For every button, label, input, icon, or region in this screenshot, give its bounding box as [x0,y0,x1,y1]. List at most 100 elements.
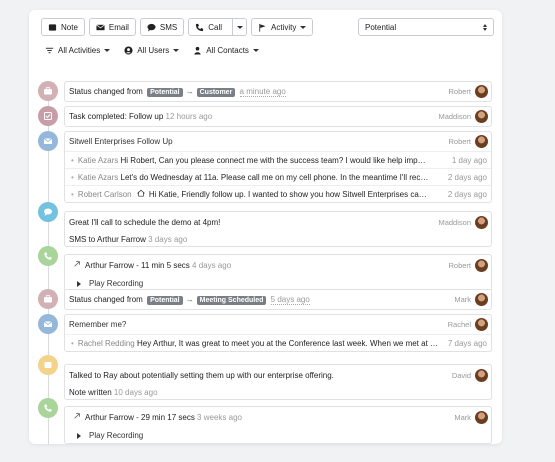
envelope-icon [38,314,58,334]
entry-author: Maddison [438,217,471,227]
chevron-down-icon [173,49,180,52]
entry-author: Robert [448,87,471,96]
email-message-row[interactable]: • Robert Carlson Hi Katie, Friendly follo… [65,185,491,202]
message-sender: Rachel Redding [77,338,135,348]
status-from-badge: Potential [147,295,183,305]
play-icon [77,432,81,439]
email-message-row[interactable]: • Katie Azars Let's do Wednesday at 11a. … [65,168,491,185]
activity-button-label: Activity [271,22,297,32]
entry-author: David [451,370,471,380]
entry-text: Status changed from [69,294,143,304]
avatar [475,318,488,331]
timeline-entry-email: Remember me? Rachel • Rachel Redding Hey … [64,314,492,352]
message-time: 1 day ago [451,155,487,165]
entry-author: Robert [448,260,471,270]
entry-text: Status changed from [69,86,143,96]
avatar [475,368,488,382]
play-recording-toggle[interactable]: Play Recording [65,427,491,444]
entry-time[interactable]: 4 days ago [192,261,232,270]
chevron-down-icon [300,25,307,29]
activity-button[interactable]: Activity [251,18,314,36]
status-select[interactable]: Potential [358,18,494,36]
filter-bar: All Activities All Users All Contacts [45,46,259,55]
timeline-entry-task: Task completed: Follow up 12 hours ago M… [64,106,492,127]
message-sender: Katie Azars [77,172,119,182]
briefcase-icon [38,289,58,309]
email-subject[interactable]: Sitwell Enterprises Follow Up [69,137,173,146]
entry-time[interactable]: 10 days ago [113,388,158,397]
avatar [475,215,488,229]
home-icon [136,189,146,197]
timeline-entry-status: Status changed from Potential → Customer a… [64,81,492,102]
email-message-row[interactable]: • Rachel Redding Hey Arthur, It was great… [65,334,491,351]
activities-filter[interactable]: All Activities [45,46,111,55]
arrow-icon: → [185,294,194,304]
note-icon [38,355,58,375]
message-time: 2 days ago [447,172,487,182]
entry-time[interactable]: 3 weeks ago [197,413,242,422]
timeline-entry-call: Arthur Farrow - 29 min 17 secs 3 weeks a… [64,406,492,444]
message-body: Hi Robert, Can you please connect me wit… [120,155,429,165]
avatar [475,85,488,98]
arrow-icon: → [185,86,194,96]
entry-text: Talked to Ray about potentially setting … [69,370,334,380]
message-body: Let's do Wednesday at 11a. Please call m… [120,172,429,182]
email-button[interactable]: Email [88,18,136,36]
play-recording-label: Play Recording [89,279,144,288]
entry-author: Rachel [447,320,471,329]
note-icon [48,23,57,31]
entry-time[interactable]: 3 days ago [148,235,188,244]
phone-icon [38,246,58,266]
status-from-badge: Potential [147,87,183,97]
entry-author: Maddison [438,112,471,121]
call-dropdown-caret[interactable] [232,19,246,35]
timeline-entry-sms: Great I'll call to schedule the demo at … [64,211,492,247]
entry-author: Robert [448,137,471,146]
note-button[interactable]: Note [41,18,85,36]
entry-text: Great I'll call to schedule the demo at … [69,217,221,227]
call-button-label: Call [208,22,223,32]
sms-button[interactable]: SMS [139,18,185,36]
message-time: 7 days ago [447,338,487,348]
message-sender: Robert Carlson [77,190,132,199]
entry-time[interactable]: 5 days ago [270,294,310,305]
timeline-entry-note: Talked to Ray about potentially setting … [64,364,492,400]
entry-time[interactable]: 12 hours ago [165,112,213,121]
users-filter[interactable]: All Users [124,46,180,55]
timeline-entry-call: Arthur Farrow - 11 min 5 secs 4 days ago… [64,254,492,292]
timeline-entry-status: Status changed from Potential → Meeting Sc… [64,289,492,310]
entry-text: Arthur Farrow - 11 min 5 secs [85,261,190,270]
entry-author: Mark [454,412,471,422]
entry-author: Mark [454,295,471,304]
note-button-label: Note [61,22,78,32]
entry-time[interactable]: a minute ago [239,86,286,97]
play-recording-label: Play Recording [89,431,144,440]
chevron-down-icon [252,49,259,52]
timeline-entry-email: Sitwell Enterprises Follow Up Robert • Ka… [64,131,492,203]
avatar [475,410,488,424]
email-subject[interactable]: Remember me? [69,320,126,329]
avatar [475,293,488,306]
activities-filter-label: All Activities [58,46,101,55]
phone-icon [196,23,204,31]
check-icon [38,106,58,126]
outgoing-call-icon [74,413,80,419]
message-time: 2 days ago [447,189,487,199]
avatar [475,110,488,123]
chevron-down-icon [104,49,111,52]
activity-panel: Note Email SMS Call Activity Potential A… [29,10,502,444]
status-select-value: Potential [365,22,397,32]
email-message-row[interactable]: • Katie Azars Hi Robert, Can you please c… [65,151,491,168]
call-button[interactable]: Call [188,18,248,36]
call-button-main[interactable]: Call [189,19,228,35]
message-body: Hi Katie, Friendly follow up. I wanted t… [148,190,429,199]
email-button-label: Email [108,22,129,32]
avatar [475,135,488,148]
entry-subtext: Note written [69,388,112,397]
contacts-filter[interactable]: All Contacts [193,46,259,55]
entry-text: Task completed: Follow up [69,112,164,121]
briefcase-icon [38,81,58,101]
users-filter-label: All Users [137,46,170,55]
entry-subtext: SMS to Arthur Farrow [69,235,146,244]
select-updown-icon [483,23,487,31]
